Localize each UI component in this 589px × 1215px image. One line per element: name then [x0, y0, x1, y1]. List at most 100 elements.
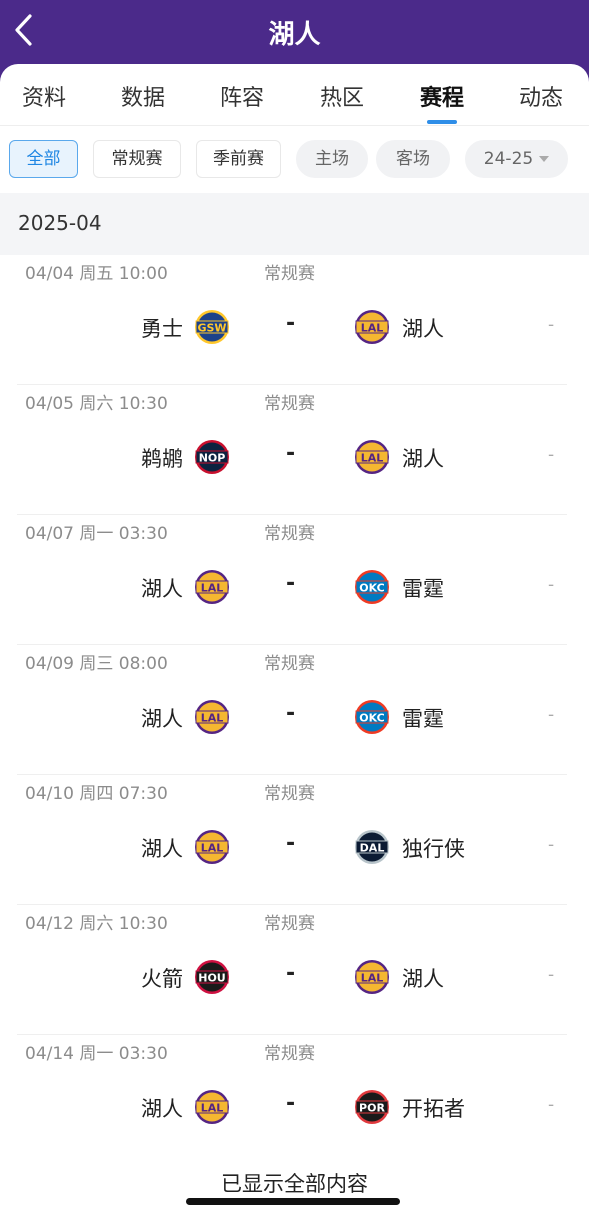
game-row[interactable]: 04/05 周六 10:30 常规赛 鹈鹕 NOP - LAL 湖人 -	[0, 385, 589, 515]
game-result: -	[548, 575, 555, 595]
game-result: -	[548, 705, 555, 725]
tab-schedule[interactable]: 赛程	[402, 80, 482, 112]
game-time: 04/12 周六 10:30	[25, 914, 168, 934]
home-indicator	[186, 1198, 400, 1205]
svg-text:POR: POR	[359, 1102, 385, 1115]
filter-home-chip[interactable]: 主场	[296, 140, 368, 178]
away-team-name: 湖人	[402, 447, 444, 471]
active-tab-indicator	[427, 120, 457, 124]
game-stage: 常规赛	[264, 394, 315, 414]
lal-logo-icon: LAL	[354, 309, 390, 345]
away-team-name: 雷霆	[402, 577, 444, 601]
game-row[interactable]: 04/10 周四 07:30 常规赛 湖人 LAL - DAL 独行侠 -	[0, 775, 589, 905]
month-header: 2025-04	[0, 193, 589, 255]
away-team-name: 湖人	[402, 967, 444, 991]
versus-dash: -	[286, 441, 296, 466]
svg-text:LAL: LAL	[361, 452, 384, 465]
home-team-name: 鹈鹕	[141, 447, 183, 471]
lal-logo-icon: LAL	[354, 439, 390, 475]
svg-text:LAL: LAL	[201, 1102, 224, 1115]
svg-text:LAL: LAL	[201, 582, 224, 595]
game-time: 04/05 周六 10:30	[25, 394, 168, 414]
lal-logo-icon: LAL	[194, 829, 230, 865]
svg-text:DAL: DAL	[360, 842, 385, 855]
svg-text:NOP: NOP	[199, 452, 226, 465]
home-team-name: 勇士	[141, 317, 183, 341]
content-sheet: 资料 数据 阵容 热区 赛程 动态 全部 常规赛 季前赛 主场 客场 24-25…	[0, 64, 589, 1215]
lal-logo-icon: LAL	[194, 569, 230, 605]
versus-dash: -	[286, 961, 296, 986]
game-stage: 常规赛	[264, 264, 315, 284]
game-result: -	[548, 315, 555, 335]
filter-away-chip[interactable]: 客场	[376, 140, 450, 178]
month-label: 2025-04	[18, 211, 102, 235]
season-select-value: 24-25	[483, 149, 534, 169]
svg-text:GSW: GSW	[197, 322, 226, 335]
game-stage: 常规赛	[264, 1044, 315, 1064]
game-row[interactable]: 04/12 周六 10:30 常规赛 火箭 HOU - LAL 湖人 -	[0, 905, 589, 1035]
filter-preseason-chip[interactable]: 季前赛	[196, 140, 281, 178]
game-stage: 常规赛	[264, 524, 315, 544]
game-stage: 常规赛	[264, 784, 315, 804]
game-stage: 常规赛	[264, 914, 315, 934]
hou-logo-icon: HOU	[194, 959, 230, 995]
game-result: -	[548, 445, 555, 465]
game-time: 04/14 周一 03:30	[25, 1044, 168, 1064]
tab-hotzone[interactable]: 热区	[302, 80, 382, 112]
game-time: 04/09 周三 08:00	[25, 654, 168, 674]
page-title: 湖人	[268, 20, 321, 50]
game-list: 04/04 周五 10:00 常规赛 勇士 GSW - LAL 湖人 - 04/…	[0, 255, 589, 1165]
svg-text:LAL: LAL	[361, 972, 384, 985]
game-row[interactable]: 04/04 周五 10:00 常规赛 勇士 GSW - LAL 湖人 -	[0, 255, 589, 385]
home-team-name: 湖人	[141, 707, 183, 731]
game-result: -	[548, 965, 555, 985]
dal-logo-icon: DAL	[354, 829, 390, 865]
svg-text:OKC: OKC	[359, 582, 384, 595]
versus-dash: -	[286, 1091, 296, 1116]
home-team-name: 火箭	[141, 967, 183, 991]
away-team-name: 开拓者	[402, 1097, 465, 1121]
versus-dash: -	[286, 571, 296, 596]
game-time: 04/04 周五 10:00	[25, 264, 168, 284]
game-row[interactable]: 04/14 周一 03:30 常规赛 湖人 LAL - POR 开拓者 -	[0, 1035, 589, 1165]
game-result: -	[548, 835, 555, 855]
por-logo-icon: POR	[354, 1089, 390, 1125]
end-of-list-label: 已显示全部内容	[221, 1172, 368, 1196]
game-stage: 常规赛	[264, 654, 315, 674]
tab-stats[interactable]: 数据	[103, 80, 183, 112]
home-team-name: 湖人	[141, 1097, 183, 1121]
okc-logo-icon: OKC	[354, 699, 390, 735]
caret-down-icon	[539, 156, 550, 162]
home-team-name: 湖人	[141, 837, 183, 861]
svg-text:LAL: LAL	[361, 322, 384, 335]
okc-logo-icon: OKC	[354, 569, 390, 605]
tab-news[interactable]: 动态	[501, 80, 581, 112]
versus-dash: -	[286, 831, 296, 856]
tab-roster[interactable]: 阵容	[202, 80, 282, 112]
away-team-name: 独行侠	[402, 837, 465, 861]
versus-dash: -	[286, 311, 296, 336]
game-time: 04/07 周一 03:30	[25, 524, 168, 544]
lal-logo-icon: LAL	[194, 1089, 230, 1125]
nop-logo-icon: NOP	[194, 439, 230, 475]
game-row[interactable]: 04/09 周三 08:00 常规赛 湖人 LAL - OKC 雷霆 -	[0, 645, 589, 775]
svg-text:LAL: LAL	[201, 712, 224, 725]
lal-logo-icon: LAL	[194, 699, 230, 735]
filter-bar: 全部 常规赛 季前赛 主场 客场 24-25	[0, 140, 589, 180]
svg-text:OKC: OKC	[359, 712, 384, 725]
lal-logo-icon: LAL	[354, 959, 390, 995]
filter-all-chip[interactable]: 全部	[9, 140, 78, 178]
game-time: 04/10 周四 07:30	[25, 784, 168, 804]
season-select[interactable]: 24-25	[465, 140, 568, 178]
tab-profile[interactable]: 资料	[4, 80, 84, 112]
away-team-name: 雷霆	[402, 707, 444, 731]
away-team-name: 湖人	[402, 317, 444, 341]
tab-bar: 资料 数据 阵容 热区 赛程 动态	[0, 64, 589, 126]
versus-dash: -	[286, 701, 296, 726]
home-team-name: 湖人	[141, 577, 183, 601]
game-row[interactable]: 04/07 周一 03:30 常规赛 湖人 LAL - OKC 雷霆 -	[0, 515, 589, 645]
game-result: -	[548, 1095, 555, 1115]
filter-regular-chip[interactable]: 常规赛	[93, 140, 181, 178]
svg-text:HOU: HOU	[198, 972, 226, 985]
svg-text:LAL: LAL	[201, 842, 224, 855]
